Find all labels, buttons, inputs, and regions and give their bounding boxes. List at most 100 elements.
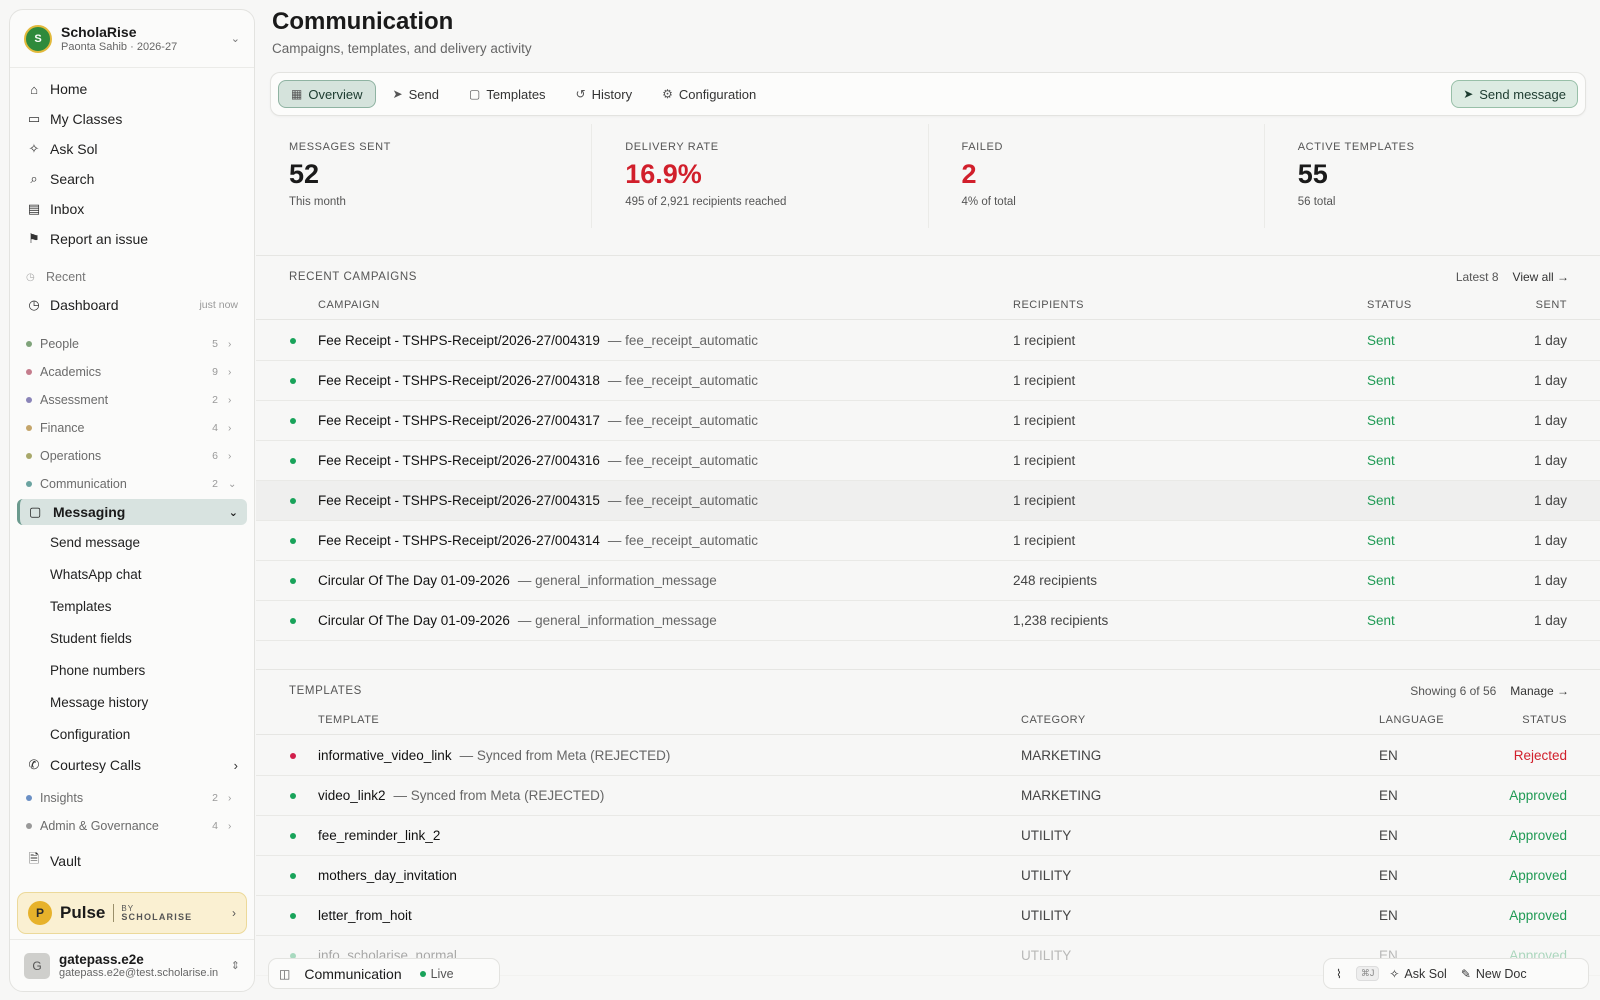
sidebar-item-search[interactable]: ⌕ Search [10,164,254,194]
sidebar-group-insights[interactable]: Insights 2 › [10,784,254,812]
campaigns-table-header: CAMPAIGN RECIPIENTS STATUS SENT [256,290,1600,320]
table-row[interactable]: Circular Of The Day 01-09-2026 — general_… [256,561,1600,601]
sidebar-item-inbox[interactable]: ▤ Inbox [10,194,254,224]
row-name: Fee Receipt - TSHPS-Receipt/2026-27/0043… [318,333,600,348]
table-row[interactable]: video_link2 — Synced from Meta (REJECTED)… [256,776,1600,816]
table-row[interactable]: Circular Of The Day 01-09-2026 — general_… [256,601,1600,641]
pulse-banner[interactable]: P Pulse BY SCHOLARISE › [17,892,247,934]
chevron-right-icon: › [228,792,232,804]
row-name: Circular Of The Day 01-09-2026 [318,573,510,588]
sidebar-group-finance[interactable]: Finance 4 › [10,414,254,442]
group-dot [26,453,32,459]
sidebar-item-my-classes[interactable]: ▭ My Classes [10,104,254,134]
stat-label: FAILED [961,141,1004,153]
pulse-name: Pulse [60,903,106,922]
new-doc-button[interactable]: ✎ New Doc [1461,967,1527,981]
chevron-right-icon: › [228,338,232,350]
tab-templates[interactable]: ▢ Templates [456,80,559,108]
sidebar-group-communication[interactable]: Communication 2 ⌄ [10,470,254,498]
column-header-sent: SENT [1535,299,1567,311]
sidebar-group-people[interactable]: People 5 › [10,330,254,358]
sidebar-subitem-templates[interactable]: Templates [10,590,254,622]
manage-link[interactable]: Manage → [1510,684,1569,698]
sidebar-subitem-message-history[interactable]: Message history [10,686,254,718]
chevron-right-icon: › [228,366,232,378]
sidebar-subitem-configuration[interactable]: Configuration [10,718,254,750]
row-name-cell: Circular Of The Day 01-09-2026 — general_… [318,561,717,601]
activity-icon[interactable]: ⌇ [1336,967,1342,981]
live-dot [419,970,426,977]
sidebar-group-assessment[interactable]: Assessment 2 › [10,386,254,414]
chevron-right-icon: › [232,906,236,920]
send-message-button[interactable]: ➤ Send message [1451,80,1578,108]
group-count: 4 [212,422,218,434]
tab-configuration[interactable]: ⚙ Configuration [649,80,769,108]
sidebar-item-report-an-issue[interactable]: ⚑ Report an issue [10,224,254,254]
table-row[interactable]: letter_from_hoit UTILITY EN Approved [256,896,1600,936]
row-name: Circular Of The Day 01-09-2026 [318,613,510,628]
section-title: TEMPLATES [289,685,362,697]
row-description: — fee_receipt_automatic [607,493,759,508]
cell-category: MARKETING [1021,748,1102,763]
tab-history[interactable]: ↺ History [563,80,646,108]
table-row[interactable]: Fee Receipt - TSHPS-Receipt/2026-27/0043… [256,321,1600,361]
flag-icon: ⚑ [28,231,40,246]
row-name-cell: video_link2 — Synced from Meta (REJECTED) [318,776,604,816]
pulse-logo: P [28,901,52,925]
user-menu[interactable]: G gatepass.e2e gatepass.e2e@test.scholar… [10,939,254,991]
sidebar-subitem-whatsapp-chat[interactable]: WhatsApp chat [10,558,254,590]
table-row[interactable]: Fee Receipt - TSHPS-Receipt/2026-27/0043… [256,441,1600,481]
sidebar-toggle-icon[interactable]: ◫ [279,967,290,981]
search-icon: ⌕ [30,171,38,186]
cell-status: Sent [1367,573,1395,588]
org-switcher[interactable]: S ScholaRise Paonta Sahib · 2026-27 ⌄ [10,10,254,68]
status-dot [290,338,296,344]
group-count: 2 [212,792,218,804]
row-name: Fee Receipt - TSHPS-Receipt/2026-27/0043… [318,533,600,548]
sidebar-group-academics[interactable]: Academics 9 › [10,358,254,386]
cell-sent: 1 day [1533,613,1567,628]
cell-category: UTILITY [1021,948,1072,963]
view-all-link[interactable]: View all → [1513,270,1569,284]
sidebar-item-messaging[interactable]: ▢ Messaging ⌄ [17,499,247,525]
tab-send[interactable]: ➤ Send [380,80,452,108]
ask-sol-button[interactable]: ✧ Ask Sol [1389,967,1446,981]
table-row[interactable]: informative_video_link — Synced from Meta… [256,736,1600,776]
templates-count: Showing 6 of 56 [1410,684,1497,698]
context-bar: ◫ Communication Live [268,958,500,989]
sidebar-item-ask-sol[interactable]: ✧ Ask Sol [10,134,254,164]
pulse-by: BY SCHOLARISE [113,904,192,922]
status-dot [290,418,296,424]
status-dot [290,378,296,384]
table-row[interactable]: fee_reminder_link_2 UTILITY EN Approved [256,816,1600,856]
table-row[interactable]: Fee Receipt - TSHPS-Receipt/2026-27/0043… [256,481,1600,521]
stat-label: DELIVERY RATE [625,141,719,153]
sidebar-group-admin-governance[interactable]: Admin & Governance 4 › [10,812,254,840]
row-name-cell: mothers_day_invitation [318,856,465,896]
group-count: 5 [212,338,218,350]
tab-bar: ▦ Overview ➤ Send ▢ Templates ↺ History ⚙ Configu… [270,72,1586,116]
edit-icon: ✎ [1460,966,1471,981]
cell-status: Sent [1367,453,1395,468]
sidebar-item-dashboard[interactable]: ◷ Dashboard just now [10,290,254,320]
row-name-cell: fee_reminder_link_2 [318,816,448,856]
table-row[interactable]: Fee Receipt - TSHPS-Receipt/2026-27/0043… [256,521,1600,561]
cell-recipients: 1 recipient [1013,533,1076,548]
cell-status: Rejected [1513,748,1567,763]
message-icon: ▢ [29,504,42,519]
table-row[interactable]: Fee Receipt - TSHPS-Receipt/2026-27/0043… [256,401,1600,441]
table-row[interactable]: Fee Receipt - TSHPS-Receipt/2026-27/0043… [256,361,1600,401]
sidebar-item-courtesy-calls[interactable]: ✆ Courtesy Calls › [10,750,254,780]
sidebar-subitem-student-fields[interactable]: Student fields [10,622,254,654]
sidebar-subitem-send-message[interactable]: Send message [10,526,254,558]
sidebar-item-vault[interactable]: 🗎 Vault [10,846,254,876]
cell-status: Approved [1509,788,1567,803]
sidebar-subitem-phone-numbers[interactable]: Phone numbers [10,654,254,686]
sidebar-group-operations[interactable]: Operations 6 › [10,442,254,470]
tab-overview[interactable]: ▦ Overview [278,80,376,108]
table-row[interactable]: mothers_day_invitation UTILITY EN Approved [256,856,1600,896]
grid-icon: ▦ [291,87,303,101]
chevron-up-down-icon: ⇕ [230,960,240,972]
context-label: Communication [304,965,402,982]
sidebar-item-home[interactable]: ⌂ Home [10,74,254,104]
